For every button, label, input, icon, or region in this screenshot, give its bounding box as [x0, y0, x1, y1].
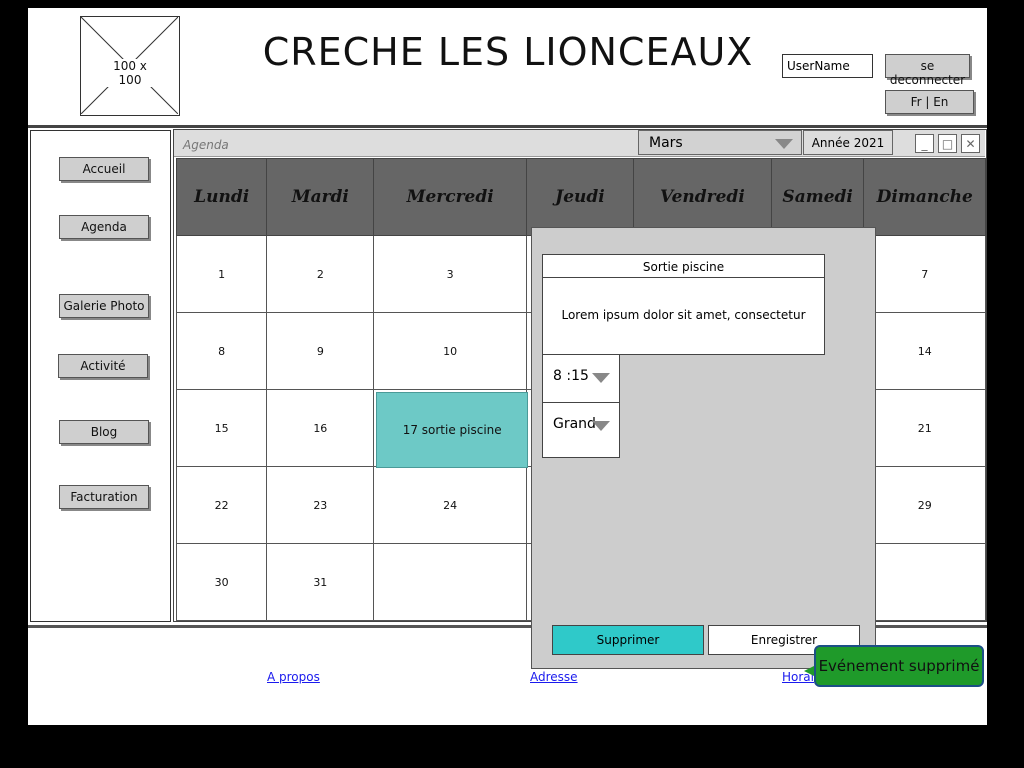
calendar-day-cell[interactable]: 22 — [175, 466, 268, 544]
calendar-day-cell[interactable]: 9 — [266, 312, 375, 390]
event-time-select[interactable]: 8 :15 — [542, 354, 620, 404]
calendar-day-cell[interactable]: 15 — [175, 389, 268, 467]
event-group-value: Grand — [553, 416, 596, 432]
event-time-value: 8 :15 — [553, 368, 589, 384]
nav-activite-button[interactable]: Activité — [58, 354, 148, 378]
calendar-day-cell[interactable]: 10 — [373, 312, 528, 390]
footer-link-adresse[interactable]: Adresse — [530, 670, 578, 684]
calendar-day-cell[interactable]: 30 — [175, 543, 268, 621]
calendar-day-cell[interactable]: 16 — [266, 389, 375, 467]
event-group-select[interactable]: Grand — [542, 402, 620, 458]
nav-blog-button[interactable]: Blog — [59, 420, 149, 444]
language-toggle-button[interactable]: Fr | En — [885, 90, 974, 114]
header-divider — [28, 125, 987, 128]
day-header: Mardi — [266, 158, 375, 236]
chevron-down-icon — [592, 421, 610, 431]
calendar-day-cell[interactable] — [373, 543, 528, 621]
calendar-day-cell[interactable]: 3 — [373, 235, 528, 313]
maximize-icon[interactable]: □ — [938, 134, 957, 153]
calendar-day-cell[interactable]: 14 — [863, 312, 986, 390]
close-icon[interactable]: ✕ — [961, 134, 980, 153]
footer-link-a-propos[interactable]: A propos — [267, 670, 320, 684]
event-dialog: Sortie piscine Lorem ipsum dolor sit ame… — [531, 227, 876, 669]
day-header: Mercredi — [373, 158, 528, 236]
calendar-day-cell[interactable]: 24 — [373, 466, 528, 544]
event-title-field[interactable]: Sortie piscine — [542, 254, 825, 278]
month-select[interactable]: Mars — [638, 130, 802, 155]
page-canvas: 100 x 100 CRECHE LES LIONCEAUX UserName … — [28, 8, 987, 725]
calendar-header-row: Lundi Mardi Mercredi Jeudi Vendredi Same… — [175, 158, 986, 236]
nav-galerie-photo-button[interactable]: Galerie Photo — [59, 294, 149, 318]
month-select-value: Mars — [649, 135, 683, 151]
year-button[interactable]: Année 2021 — [803, 130, 893, 155]
calendar-day-cell[interactable]: 29 — [863, 466, 986, 544]
agenda-titlebar: Agenda Mars Année 2021 _ □ ✕ — [174, 130, 985, 157]
chevron-down-icon — [592, 373, 610, 383]
agenda-window-title: Agenda — [183, 138, 229, 152]
username-field[interactable]: UserName — [782, 54, 873, 78]
calendar-day-cell-event[interactable]: 17 sortie piscine — [373, 389, 529, 468]
site-title: CRECHE LES LIONCEAUX — [262, 30, 754, 74]
calendar-event-sortie-piscine[interactable]: 17 sortie piscine — [376, 392, 529, 468]
event-description-field[interactable]: Lorem ipsum dolor sit amet, consectetur — [542, 277, 825, 355]
calendar-day-cell[interactable]: 7 — [863, 235, 986, 313]
calendar-day-cell[interactable]: 23 — [266, 466, 375, 544]
calendar-day-cell[interactable]: 8 — [175, 312, 268, 390]
day-header: Samedi — [770, 158, 865, 236]
calendar-day-cell[interactable]: 31 — [266, 543, 375, 621]
calendar-day-cell[interactable]: 2 — [266, 235, 375, 313]
event-deleted-toast: Evénement supprimé — [814, 645, 984, 687]
calendar-day-cell[interactable]: 21 — [863, 389, 986, 467]
nav-accueil-button[interactable]: Accueil — [59, 157, 149, 181]
calendar-day-cell[interactable] — [863, 543, 986, 621]
day-header: Jeudi — [526, 158, 634, 236]
calendar-day-cell[interactable]: 1 — [175, 235, 268, 313]
day-header: Dimanche — [863, 158, 986, 236]
minimize-icon[interactable]: _ — [915, 134, 934, 153]
sidebar: Accueil Agenda Galerie Photo Activité Bl… — [30, 130, 171, 622]
nav-facturation-button[interactable]: Facturation — [59, 485, 149, 509]
logo-placeholder: 100 x 100 — [80, 16, 180, 116]
chevron-down-icon — [775, 139, 793, 149]
delete-event-button[interactable]: Supprimer — [552, 625, 704, 655]
logo-size-label: 100 x 100 — [100, 59, 160, 87]
day-header: Lundi — [175, 158, 268, 236]
day-header: Vendredi — [632, 158, 772, 236]
nav-agenda-button[interactable]: Agenda — [59, 215, 149, 239]
logout-button[interactable]: se deconnecter — [885, 54, 970, 87]
